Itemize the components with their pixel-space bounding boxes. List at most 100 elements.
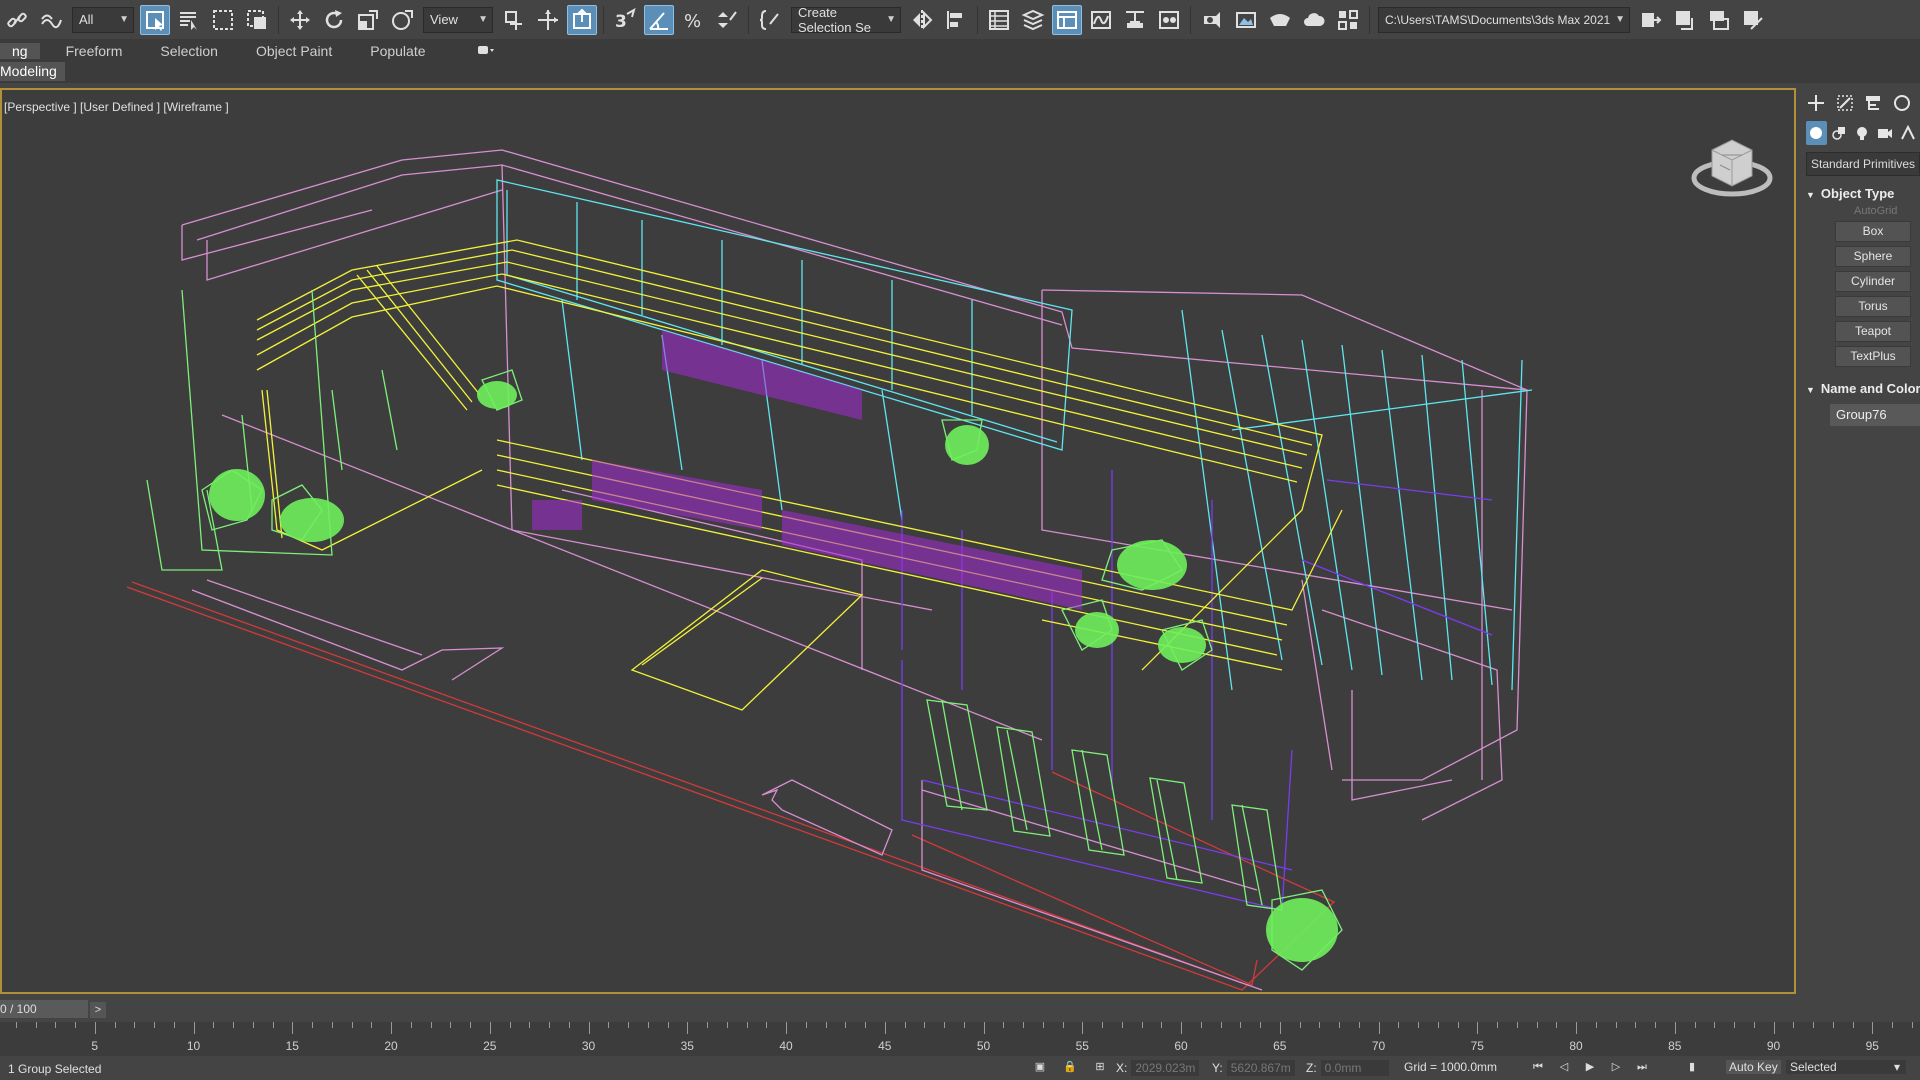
track-tick — [1595, 1022, 1597, 1028]
svg-text:3: 3 — [615, 12, 627, 32]
name-color-rollout[interactable]: ▼ Name and Color — [1806, 381, 1920, 396]
render-shortcuts-icon[interactable] — [1333, 5, 1363, 35]
track-tick — [588, 1022, 590, 1034]
selection-filter-dropdown[interactable]: All ▼ — [72, 6, 134, 33]
lock-selection-icon[interactable]: 🔒 — [1062, 1059, 1078, 1075]
scene-explorer-icon[interactable] — [984, 5, 1014, 35]
select-manipulate-icon[interactable] — [533, 5, 563, 35]
reference-coordinate-dropdown[interactable]: View ▼ — [423, 6, 493, 33]
modify-tab-icon[interactable] — [1835, 91, 1856, 115]
window-crossing-icon[interactable] — [242, 5, 272, 35]
tab-populate[interactable]: Populate — [358, 43, 437, 59]
box-button[interactable]: Box — [1835, 221, 1911, 242]
track-bar[interactable]: 5 10 15 20 25 30 35 40 45 50 55 60 65 70 75 80 85 90 95 — [0, 1022, 1920, 1056]
previous-frame-icon[interactable]: ◁ — [1556, 1059, 1572, 1075]
x-value-field[interactable]: 2029.023m — [1131, 1060, 1200, 1076]
play-icon[interactable]: ▶ — [1582, 1059, 1598, 1075]
tab-selection[interactable]: Selection — [148, 43, 230, 59]
tab-freeform[interactable]: Freeform — [54, 43, 135, 59]
perspective-viewport[interactable]: [Perspective ] [User Defined ] [Wirefram… — [0, 88, 1796, 994]
motion-tab-icon[interactable] — [1892, 91, 1913, 115]
autogrid-checkbox[interactable]: AutoGrid — [1854, 205, 1920, 217]
track-tick — [1141, 1022, 1143, 1028]
workspace-icon-3[interactable] — [1738, 5, 1768, 35]
helpers-category-icon[interactable] — [1897, 121, 1918, 145]
cameras-category-icon[interactable] — [1874, 121, 1895, 145]
ribbon-options-icon[interactable] — [477, 43, 496, 59]
tab-object-paint[interactable]: Object Paint — [244, 43, 344, 59]
modeling-panel-label[interactable]: Modeling — [0, 62, 65, 81]
teapot-button[interactable]: Teapot — [1835, 321, 1911, 342]
z-coordinate: Z: 0.0mm — [1306, 1060, 1389, 1076]
pivot-center-icon[interactable] — [499, 5, 529, 35]
z-value-field[interactable]: 0.0mm — [1320, 1060, 1389, 1076]
named-selection-dropdown[interactable]: Create Selection Se ▼ — [791, 5, 901, 35]
object-type-rollout[interactable]: ▼ Object Type — [1806, 186, 1920, 201]
track-tick — [963, 1022, 965, 1028]
y-value-field[interactable]: 5620.867m — [1226, 1060, 1295, 1076]
keyboard-shortcut-override-icon[interactable] — [567, 4, 597, 35]
object-name-field[interactable]: Group76 — [1830, 404, 1920, 426]
sphere-button[interactable]: Sphere — [1835, 246, 1911, 267]
lights-category-icon[interactable] — [1852, 121, 1873, 145]
y-coordinate: Y: 5620.867m — [1212, 1060, 1295, 1076]
time-slider[interactable]: 0 / 100 — [0, 1000, 88, 1018]
ribbon-toggle-icon[interactable] — [1052, 4, 1082, 35]
absolute-mode-icon[interactable]: ⊞ — [1092, 1059, 1108, 1075]
workspace-icon-2[interactable] — [1704, 5, 1734, 35]
select-by-name-icon[interactable] — [174, 5, 204, 35]
workspace-icon-1[interactable] — [1670, 5, 1700, 35]
next-frame-icon[interactable]: ▷ — [1608, 1059, 1624, 1075]
shapes-category-icon[interactable] — [1829, 121, 1850, 145]
torus-button[interactable]: Torus — [1835, 296, 1911, 317]
render-production-icon[interactable] — [1265, 5, 1295, 35]
next-frame-button[interactable]: > — [90, 1002, 106, 1018]
edit-named-selection-icon[interactable] — [755, 5, 785, 35]
rectangular-selection-icon[interactable] — [208, 5, 238, 35]
percent-snap-icon[interactable]: % — [678, 5, 708, 35]
go-to-end-icon[interactable]: ⏭ — [1634, 1059, 1650, 1075]
spinner-snap-icon[interactable] — [712, 5, 742, 35]
auto-key-button[interactable]: Auto Key — [1726, 1060, 1781, 1074]
layer-explorer-icon[interactable] — [1018, 5, 1048, 35]
chevron-down-icon: ▼ — [119, 13, 129, 25]
tab-modeling[interactable]: ng — [0, 42, 40, 59]
track-tick — [707, 1022, 708, 1028]
align-icon[interactable] — [941, 5, 971, 35]
textplus-button[interactable]: TextPlus — [1835, 346, 1911, 367]
cylinder-button[interactable]: Cylinder — [1835, 271, 1911, 292]
track-tick — [1813, 1022, 1814, 1028]
snaps-toggle-icon[interactable]: 3 — [610, 5, 640, 35]
mirror-icon[interactable] — [907, 5, 937, 35]
project-path-value: C:\Users\TAMS\Documents\3ds Max 2021 — [1385, 12, 1611, 27]
material-editor-icon[interactable] — [1154, 5, 1184, 35]
track-tick — [371, 1022, 373, 1028]
geometry-category-icon[interactable] — [1806, 121, 1827, 145]
select-object-icon[interactable] — [140, 4, 170, 35]
move-icon[interactable] — [285, 5, 315, 35]
rotate-icon[interactable] — [319, 5, 349, 35]
angle-snap-icon[interactable] — [644, 4, 674, 35]
rendered-frame-window-icon[interactable] — [1231, 5, 1261, 35]
track-tick — [845, 1022, 847, 1028]
scale-icon[interactable] — [353, 5, 383, 35]
place-icon[interactable] — [387, 5, 417, 35]
hierarchy-tab-icon[interactable] — [1863, 91, 1884, 115]
key-filter-dropdown[interactable]: Selected ▾ — [1786, 1060, 1906, 1074]
track-tick — [213, 1022, 215, 1028]
bind-space-warp-icon[interactable] — [36, 5, 66, 35]
curve-editor-icon[interactable] — [1086, 5, 1116, 35]
schematic-view-icon[interactable] — [1120, 5, 1150, 35]
primitive-category-dropdown[interactable]: Standard Primitives — [1806, 152, 1920, 176]
track-frame-label: 10 — [186, 1039, 201, 1053]
render-cloud-icon[interactable] — [1299, 5, 1329, 35]
create-tab-icon[interactable] — [1806, 91, 1827, 115]
viewcube[interactable] — [1690, 130, 1774, 205]
link-icon[interactable] — [2, 5, 32, 35]
isolate-selection-icon[interactable]: ▣ — [1032, 1059, 1048, 1075]
project-folder-icon[interactable] — [1636, 5, 1666, 35]
set-key-icon[interactable]: ▮ — [1686, 1059, 1698, 1075]
render-setup-icon[interactable] — [1197, 5, 1227, 35]
go-to-start-icon[interactable]: ⏮ — [1530, 1059, 1546, 1075]
project-path-dropdown[interactable]: C:\Users\TAMS\Documents\3ds Max 2021 ▼ — [1378, 6, 1630, 33]
